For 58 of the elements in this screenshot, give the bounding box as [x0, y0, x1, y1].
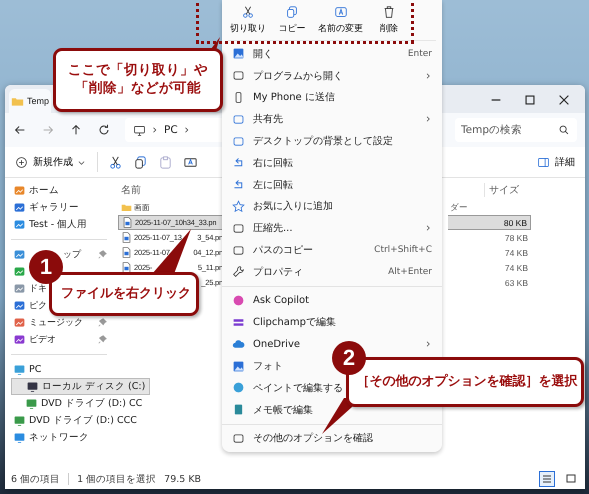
menu-item[interactable]: 左に回転	[253, 178, 293, 192]
sidebar-item[interactable]: Test - 個人用	[29, 218, 88, 231]
menu-item[interactable]: お気に入りに追加	[253, 199, 333, 214]
sidebar-item[interactable]: ホーム	[29, 184, 59, 197]
search-field[interactable]: Tempの検索	[455, 118, 577, 142]
menu-action-button[interactable]: コピー	[272, 0, 312, 40]
menu-action-button[interactable]: 削除	[369, 0, 409, 40]
item-count: 6 個の項目	[11, 472, 60, 486]
sidebar-item[interactable]: DVD ドライブ (D:) CC	[11, 395, 146, 412]
sidebar-item[interactable]: ローカル ディスク (C:)	[11, 378, 150, 395]
menu-item[interactable]: デスクトップの背景として設定	[253, 134, 393, 148]
sidebar-item[interactable]: ップ	[63, 248, 81, 261]
sidebar-item[interactable]: ネットワーク	[11, 429, 111, 446]
shortcut-text: Alt+Enter	[388, 266, 432, 277]
sidebar-item[interactable]: PC	[11, 361, 111, 378]
file-type: ダー	[449, 202, 469, 214]
sidebar-item[interactable]: ビデオ	[29, 333, 56, 346]
column-header[interactable]: 名前	[118, 183, 223, 197]
file-size: 78 KB	[504, 232, 529, 242]
file-size: 74 KB	[504, 262, 529, 272]
callout-text: ここで「切り取り」や	[68, 62, 208, 80]
menu-item[interactable]: Ask Copilot	[253, 295, 310, 306]
column-header[interactable]: サイズ	[484, 183, 531, 197]
menu-item[interactable]: メモ帳で編集	[253, 402, 313, 417]
sidebar-item[interactable]: DVD ドライブ (D:) CCC	[11, 412, 141, 429]
menu-item[interactable]: Clipchampで編集	[253, 315, 336, 330]
menu-action-button[interactable]: 名前の変更	[316, 0, 365, 40]
menu-item[interactable]: 圧縮先...	[253, 221, 293, 236]
menu-item[interactable]: ペイントで編集する	[253, 380, 343, 395]
shortcut-text: Enter	[408, 48, 432, 59]
menu-item[interactable]: 共有先	[253, 112, 283, 126]
menu-item[interactable]: フォト	[253, 359, 283, 374]
address-segment[interactable]: PC	[164, 124, 178, 136]
file-size: 74 KB	[504, 248, 529, 258]
menu-item[interactable]: My Phone に送信	[253, 90, 335, 104]
callout-text: ファイルを右クリック	[61, 286, 191, 302]
details-button[interactable]: 詳細	[535, 153, 577, 171]
new-button[interactable]: 新規作成	[13, 153, 87, 171]
sidebar-item[interactable]: ギャラリー	[29, 201, 79, 214]
menu-item[interactable]: パスのコピー	[253, 243, 313, 258]
callout-text: ［その他のオプションを確認］を選択	[356, 374, 578, 390]
file-size: 80 KB	[448, 215, 531, 230]
sidebar-item[interactable]: ピク	[29, 299, 47, 312]
menu-item[interactable]: プログラムから開く	[253, 68, 343, 83]
selection-info: 1 個の項目を選択	[77, 472, 156, 486]
menu-item[interactable]: プロパティ	[253, 264, 303, 279]
sidebar-item[interactable]: ミュージック	[29, 316, 83, 329]
callout-text: 「削除」などが可能	[75, 80, 201, 98]
menu-item[interactable]: その他のオプションを確認	[253, 431, 373, 446]
selection-size: 79.5 KB	[164, 474, 202, 484]
window-tab[interactable]: Temp	[9, 89, 52, 113]
menu-item[interactable]: OneDrive	[253, 338, 300, 350]
sidebar-item[interactable]: ドキ	[29, 282, 47, 295]
menu-item[interactable]: 右に回転	[253, 156, 293, 170]
menu-action-button[interactable]: 切り取り	[228, 0, 268, 40]
shortcut-text: Ctrl+Shift+C	[374, 245, 432, 256]
menu-item[interactable]: 開く	[253, 46, 273, 61]
file-size: 63 KB	[504, 278, 529, 288]
